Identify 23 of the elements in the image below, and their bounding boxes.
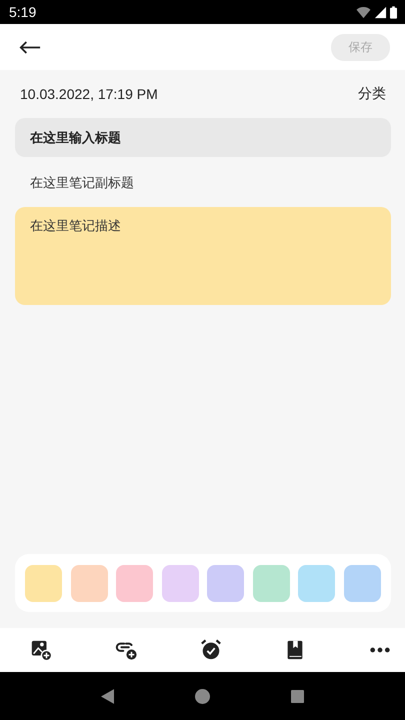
signal-icon xyxy=(374,6,387,18)
battery-icon xyxy=(390,6,397,18)
color-swatch[interactable] xyxy=(70,564,108,602)
color-swatch[interactable] xyxy=(25,564,62,602)
color-swatch[interactable] xyxy=(116,564,154,602)
description-field[interactable]: 在这里笔记描述 xyxy=(15,207,391,305)
recents-square-icon[interactable] xyxy=(291,690,304,702)
alarm-check-icon[interactable] xyxy=(200,639,222,661)
back-arrow-icon[interactable] xyxy=(19,40,41,54)
home-circle-icon[interactable] xyxy=(194,688,210,704)
image-add-icon[interactable] xyxy=(30,639,52,661)
color-swatch[interactable] xyxy=(298,564,336,602)
color-swatch[interactable] xyxy=(252,564,290,602)
date-text: 10.03.2022, 17:19 PM xyxy=(20,86,158,102)
subtitle-field[interactable]: 在这里笔记副标题 xyxy=(15,157,391,207)
color-swatch[interactable] xyxy=(162,564,199,602)
color-swatch[interactable] xyxy=(207,564,244,602)
wifi-icon xyxy=(356,6,371,18)
color-swatch[interactable] xyxy=(344,564,381,602)
category-link[interactable]: 分类 xyxy=(358,85,386,103)
title-field[interactable]: 在这里输入标题 xyxy=(15,118,391,157)
status-time: 5:19 xyxy=(9,4,36,20)
back-triangle-icon[interactable] xyxy=(100,688,114,704)
